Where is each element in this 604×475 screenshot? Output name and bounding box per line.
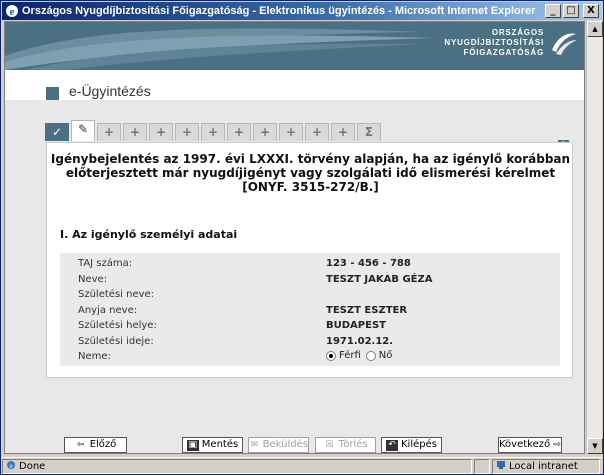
- status-text-cell: e Done: [2, 459, 472, 474]
- gender-male-radio[interactable]: [326, 350, 336, 361]
- org-name-line-3: FŐIGAZGATÓSÁG: [463, 48, 544, 57]
- title-square-icon: [46, 87, 59, 100]
- row-value: 1971.02.12.: [326, 336, 394, 347]
- tab-step-4[interactable]: +: [123, 123, 147, 141]
- intranet-zone-icon: [497, 461, 505, 469]
- minimize-button[interactable]: _: [545, 4, 561, 18]
- tab-summary[interactable]: Σ: [357, 123, 381, 141]
- tab-step-8[interactable]: +: [227, 123, 251, 141]
- previous-button-label: Előző: [89, 439, 117, 450]
- table-row: Születési helye: BUDAPEST: [60, 318, 560, 334]
- org-name-line-1: ORSZÁGOS: [491, 28, 544, 37]
- tab-step-12[interactable]: +: [331, 123, 355, 141]
- table-row: Neme: Férfi Nő: [60, 349, 560, 365]
- form-panel: Igénybejelentés az 1997. évi LXXXI. törv…: [46, 142, 573, 378]
- table-row: Születési neve:: [60, 287, 560, 303]
- next-button-label: Következő: [499, 439, 551, 450]
- gender-radio-group: Férfi Nő: [326, 350, 392, 361]
- row-label: Neve:: [78, 274, 108, 285]
- maximize-button[interactable]: □: [563, 4, 579, 18]
- scroll-down-arrow-icon[interactable]: ▼: [587, 438, 603, 454]
- security-zone-cell: Local intranet: [492, 459, 600, 474]
- delete-x-icon: ☒: [325, 439, 334, 450]
- previous-button[interactable]: ⇦ Előző: [64, 437, 127, 453]
- gender-label: Neme:: [78, 351, 111, 362]
- form-heading-line-3: [ONYF. 3515-272/B.]: [242, 180, 379, 194]
- floppy-disk-icon: ▣: [186, 439, 199, 451]
- table-row: TAJ száma: 123 - 456 - 788: [60, 256, 560, 272]
- step-tabs: ✓ ✎ + + + + + + + + + + Σ: [45, 120, 383, 142]
- status-bar: e Done Local intranet: [2, 457, 602, 474]
- tab-step-7[interactable]: +: [201, 123, 225, 141]
- tab-step-completed[interactable]: ✓: [45, 123, 69, 141]
- gender-female-label[interactable]: Nő: [379, 350, 393, 361]
- personal-data-table: TAJ száma: 123 - 456 - 788 Neve: TESZT J…: [60, 253, 560, 366]
- row-label: Születési ideje:: [78, 336, 154, 347]
- organization-logo-icon: [552, 33, 577, 55]
- tab-step-3[interactable]: +: [97, 123, 121, 141]
- tab-step-current[interactable]: ✎: [71, 120, 95, 141]
- tab-step-10[interactable]: +: [279, 123, 303, 141]
- subheader: e-Ügyintézés: [5, 70, 584, 101]
- window-title: Országos Nyugdíjbiztosítási Főigazgatósá…: [22, 5, 536, 17]
- exit-arrow-icon: ↶: [386, 439, 398, 451]
- exit-button[interactable]: ↶ Kilépés: [381, 437, 442, 453]
- envelope-icon: ✉: [250, 439, 259, 450]
- header-swoosh-decoration: [5, 28, 435, 70]
- save-button-label: Mentés: [201, 439, 239, 450]
- scroll-up-arrow-icon[interactable]: ▲: [587, 21, 603, 37]
- status-text: Done: [19, 461, 46, 472]
- org-name-line-2: NYUGDÍJBIZTOSÍTÁSI: [444, 38, 544, 47]
- save-button[interactable]: ▣ Mentés: [182, 437, 243, 453]
- organization-name: ORSZÁGOS NYUGDÍJBIZTOSÍTÁSI FŐIGAZGATÓSÁ…: [444, 28, 544, 58]
- site-header: ORSZÁGOS NYUGDÍJBIZTOSÍTÁSI FŐIGAZGATÓSÁ…: [5, 22, 584, 70]
- table-row: Neve: TESZT JAKAB GÉZA: [60, 272, 560, 288]
- exit-button-label: Kilépés: [401, 439, 437, 450]
- row-label: TAJ száma:: [78, 258, 133, 269]
- arrow-right-icon: ⇨: [553, 439, 561, 450]
- tab-step-11[interactable]: +: [305, 123, 329, 141]
- title-bar: e Országos Nyugdíjbiztosítási Főigazgató…: [2, 2, 602, 20]
- row-label: Születési helye:: [78, 320, 157, 331]
- form-heading: Igénybejelentés az 1997. évi LXXXI. törv…: [47, 152, 574, 194]
- svg-text:e: e: [10, 6, 15, 18]
- row-value: TESZT JAKAB GÉZA: [326, 274, 433, 285]
- page-title: e-Ügyintézés: [69, 83, 151, 99]
- tab-step-5[interactable]: +: [149, 123, 173, 141]
- close-button[interactable]: X: [583, 4, 599, 18]
- gender-female-radio[interactable]: [365, 350, 376, 361]
- gender-male-label[interactable]: Férfi: [339, 350, 361, 361]
- delete-button[interactable]: ☒ Törlés: [315, 437, 376, 453]
- delete-button-label: Törlés: [338, 439, 368, 450]
- internet-explorer-icon: e: [6, 5, 18, 18]
- browser-window: e Országos Nyugdíjbiztosítási Főigazgató…: [0, 0, 604, 475]
- tab-step-6[interactable]: +: [175, 123, 199, 141]
- next-button[interactable]: Következő ⇨: [498, 437, 562, 453]
- row-label: Anyja neve:: [78, 305, 138, 316]
- row-value: 123 - 456 - 788: [326, 258, 411, 269]
- svg-text:e: e: [9, 462, 12, 470]
- form-heading-line-1: Igénybejelentés az 1997. évi LXXXI. törv…: [50, 152, 571, 166]
- table-row: Anyja neve: TESZT ESZTER: [60, 303, 560, 319]
- row-value: TESZT ESZTER: [326, 305, 408, 316]
- security-zone-label: Local intranet: [509, 461, 578, 472]
- arrow-left-icon: ⇦: [76, 439, 85, 450]
- status-cell-empty: [474, 459, 490, 474]
- submit-button[interactable]: ✉ Beküldés: [248, 437, 309, 453]
- page-done-icon: e: [7, 461, 15, 470]
- tab-step-9[interactable]: +: [253, 123, 277, 141]
- row-value: BUDAPEST: [326, 320, 386, 331]
- page-viewport: ORSZÁGOS NYUGDÍJBIZTOSÍTÁSI FŐIGAZGATÓSÁ…: [4, 21, 585, 454]
- section-title: I. Az igénylő személyi adatai: [60, 228, 238, 241]
- form-heading-line-2: előterjesztett már nyugdíjigényt vagy sz…: [65, 166, 556, 180]
- table-row: Születési ideje: 1971.02.12.: [60, 334, 560, 350]
- vertical-scrollbar[interactable]: ▲ ▼: [586, 21, 603, 454]
- row-label: Születési neve:: [78, 289, 155, 300]
- submit-button-label: Beküldés: [262, 439, 308, 450]
